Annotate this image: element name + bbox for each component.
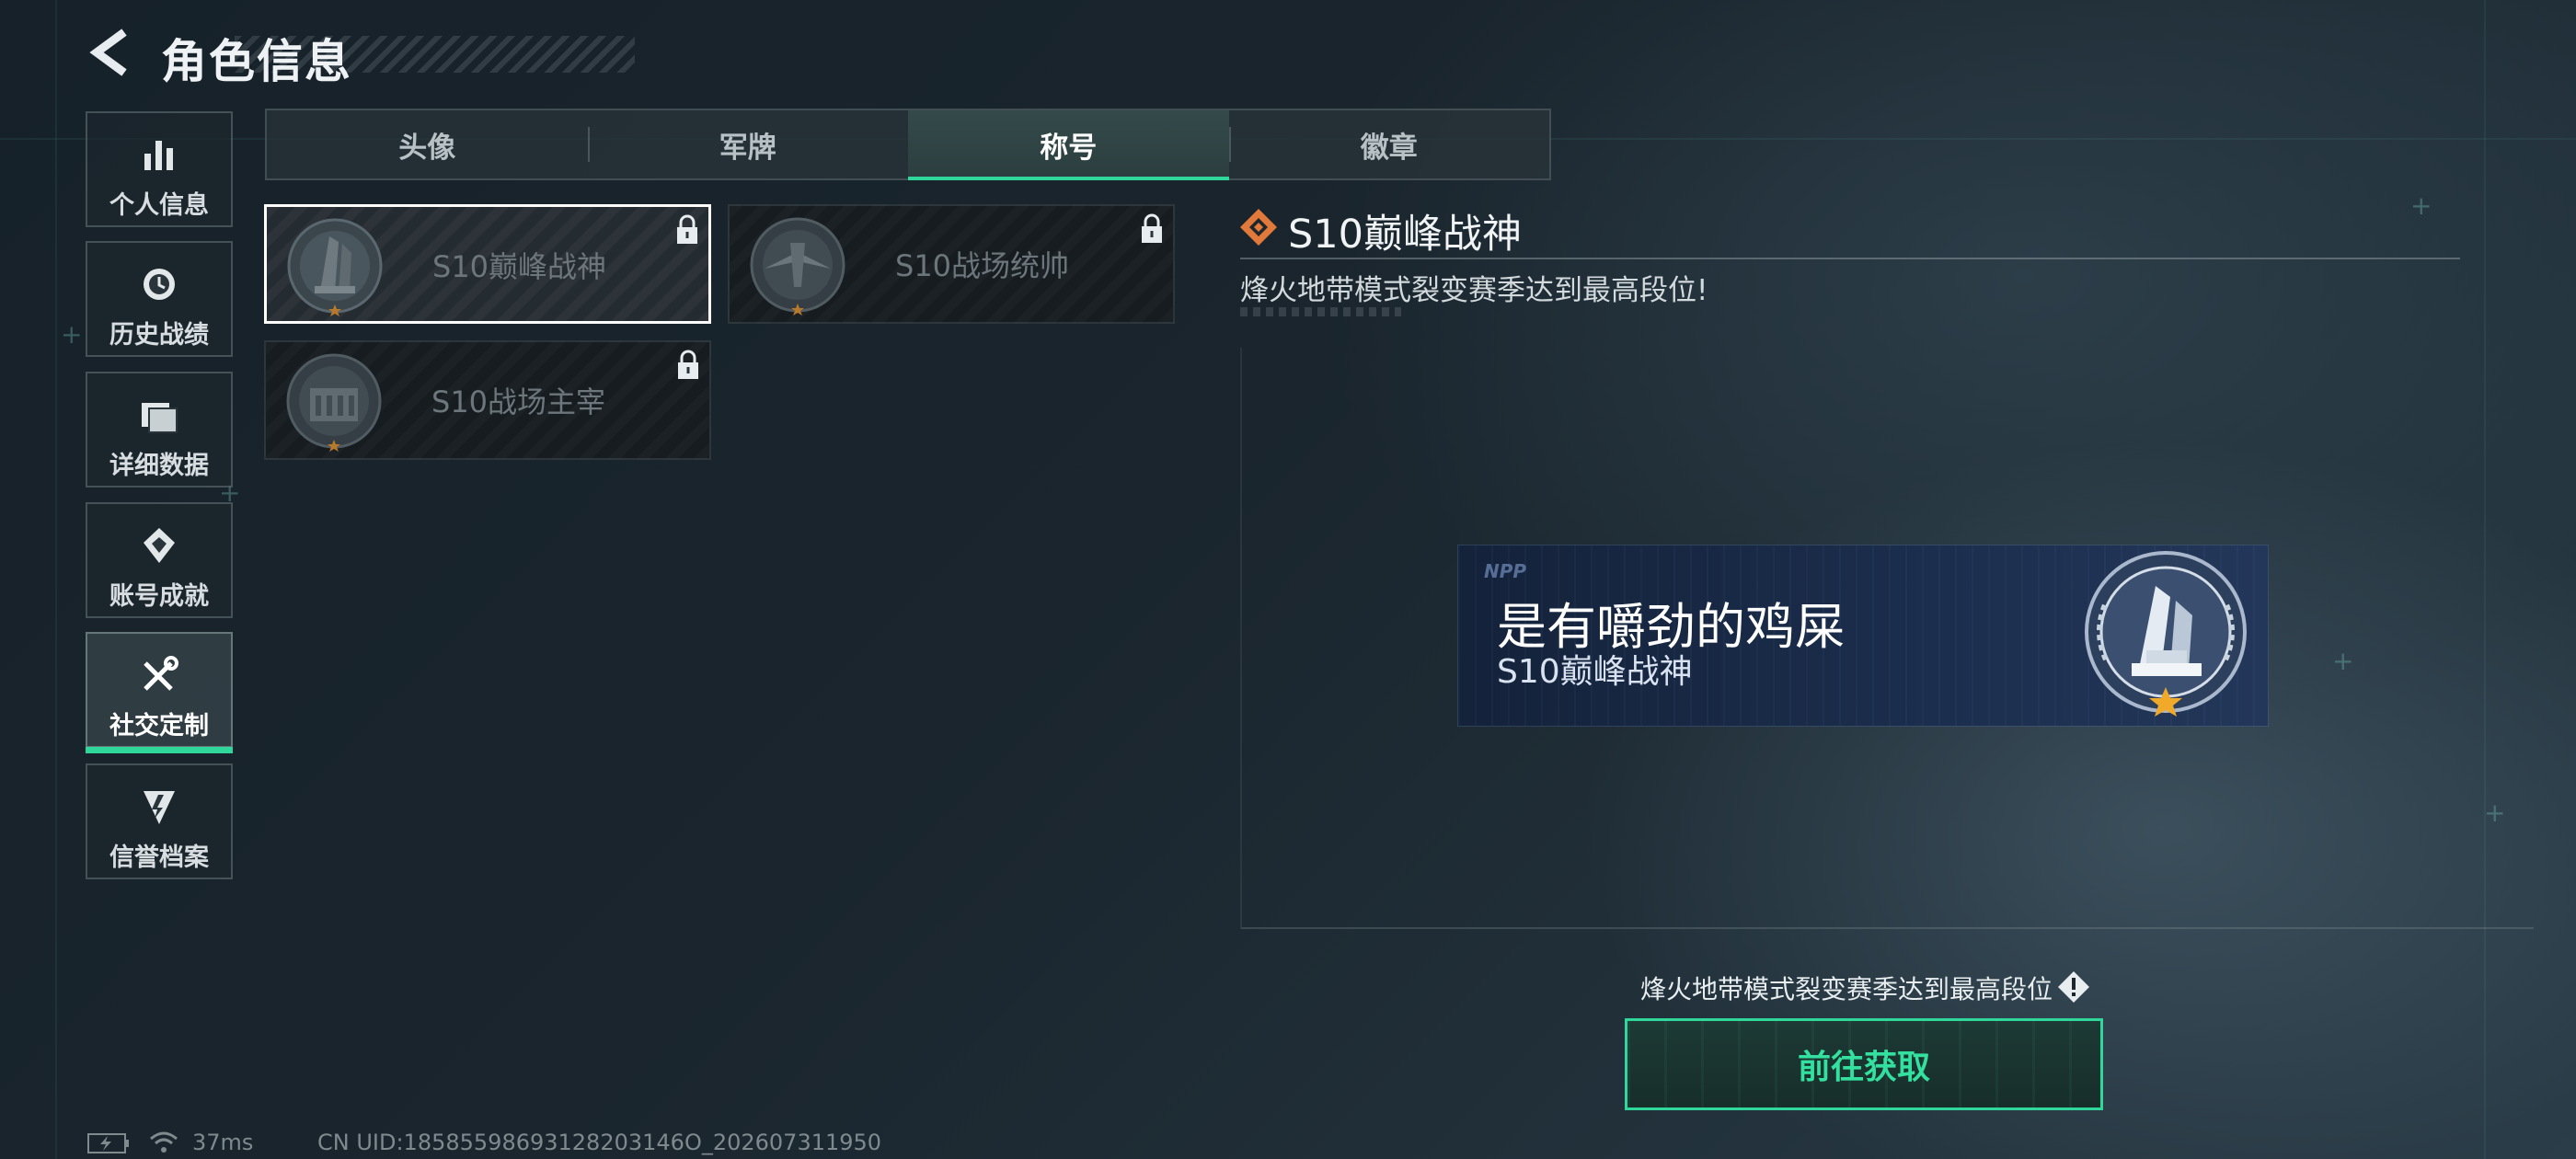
nameplate-logo: NPP: [1484, 560, 1527, 582]
achievement-icon: [144, 528, 175, 563]
category-tabs: 头像 军牌 称号 徽章: [265, 109, 1551, 180]
nameplate-title: S10巅峰战神: [1497, 653, 1693, 691]
sidebar-item-personal-info[interactable]: 个人信息: [86, 111, 233, 227]
credit-shield-icon: [144, 791, 175, 824]
dominator-emblem-icon: [286, 353, 382, 452]
title-name: S10战场统帅: [895, 248, 1070, 283]
title-name: S10战场主宰: [431, 384, 606, 419]
tab-avatar[interactable]: 头像: [267, 110, 588, 178]
peak-god-emblem-icon: [2085, 551, 2247, 717]
detail-description: 烽火地带模式裂变赛季达到最高段位!: [1240, 274, 1708, 307]
sidebar-item-social-custom[interactable]: 社交定制: [86, 632, 233, 753]
sidebar-item-label: 账号成就: [109, 582, 209, 611]
bg-crossmark: +: [61, 319, 83, 350]
lock-icon: [678, 350, 698, 379]
user-uid: CN UID:18585598693128203146O_20260731195…: [317, 1130, 882, 1155]
page-title: 角色信息: [161, 35, 352, 88]
title-card-peak-god[interactable]: S10巅峰战神: [264, 204, 711, 324]
detail-title: S10巅峰战神: [1288, 212, 1523, 258]
lock-icon: [677, 214, 697, 244]
active-indicator: [86, 747, 233, 753]
detail-faint-decoration: [1240, 307, 1401, 316]
lock-icon: [1142, 213, 1162, 243]
nameplate-preview: NPP 是有嚼劲的鸡屎 S10巅峰战神: [1458, 545, 2268, 726]
sidebar-item-label: 社交定制: [109, 712, 209, 740]
tab-dog-tag[interactable]: 军牌: [587, 110, 909, 178]
bg-grid-line: [55, 0, 57, 1159]
title-card-commander[interactable]: S10战场统帅: [728, 204, 1175, 324]
sidebar-item-history[interactable]: 历史战绩: [86, 241, 233, 357]
sidebar-item-label: 信誉档案: [109, 843, 209, 872]
wifi-icon: [150, 1131, 178, 1153]
sidebar-item-achievements[interactable]: 账号成就: [86, 502, 233, 618]
data-folder-icon: [142, 403, 178, 433]
back-arrow-icon[interactable]: [87, 27, 137, 78]
commander-emblem-icon: [750, 217, 845, 316]
ping-value: 37ms: [192, 1130, 254, 1155]
page-header: 角色信息: [87, 23, 635, 88]
info-icon[interactable]: [2057, 970, 2090, 1004]
sidebar-item-label: 个人信息: [109, 191, 209, 220]
battery-icon: [87, 1133, 129, 1153]
bar-chart-icon: [144, 141, 173, 170]
history-icon: [144, 269, 175, 300]
tools-icon: [144, 656, 178, 691]
tab-title[interactable]: 称号: [908, 110, 1229, 180]
sidebar-item-label: 详细数据: [109, 452, 209, 480]
go-obtain-button[interactable]: 前往获取: [1625, 1018, 2103, 1110]
bg-crossmark: +: [2410, 190, 2432, 221]
title-diamond-icon: [1240, 209, 1277, 246]
title-name: S10巅峰战神: [432, 249, 607, 284]
title-card-dominator[interactable]: S10战场主宰: [264, 340, 711, 460]
divider: [1240, 258, 2460, 259]
requirement-text: 烽火地带模式裂变赛季达到最高段位: [1640, 974, 2053, 1004]
tab-badge[interactable]: 徽章: [1228, 110, 1550, 178]
sidebar-item-label: 历史战绩: [109, 321, 209, 350]
sidebar-item-detailed-data[interactable]: 详细数据: [86, 372, 233, 488]
peak-god-emblem-icon: [287, 218, 383, 316]
sidebar-item-credit-record[interactable]: 信誉档案: [86, 763, 233, 879]
